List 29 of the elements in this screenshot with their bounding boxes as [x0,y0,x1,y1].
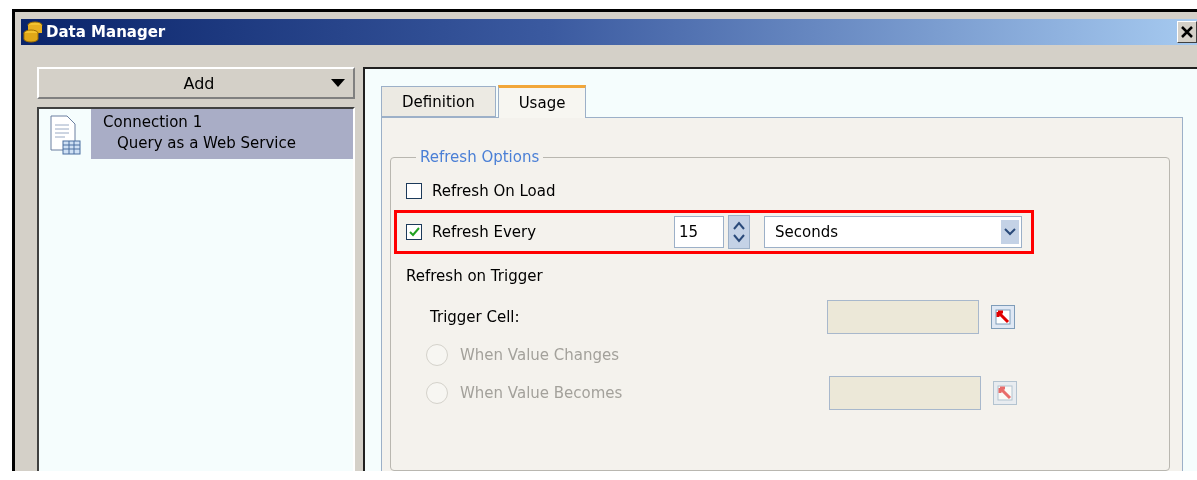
radio-label: When Value Changes [460,346,621,364]
connection-item[interactable]: Connection 1 Query as a Web Service [91,109,353,159]
cell-picker-button[interactable] [993,381,1017,405]
trigger-cell-field[interactable] [827,300,979,334]
spinner-button[interactable] [728,215,750,249]
document-table-icon [49,115,81,155]
close-button[interactable] [1177,21,1197,43]
cell-pointer-icon [995,309,1011,325]
checkbox[interactable] [406,183,422,199]
window-title: Data Manager [46,23,167,41]
unit-dropdown[interactable]: Seconds [764,216,1022,248]
close-icon [1181,26,1193,38]
cell-picker-button[interactable] [991,305,1015,329]
add-button[interactable]: Add [37,67,355,99]
chevron-down-icon [1004,228,1016,236]
checkbox-label: Refresh On Load [432,182,556,200]
checkbox-label: Refresh Every [432,223,538,241]
database-icon [23,21,43,43]
interval-field[interactable]: 15 [674,216,724,248]
tab[interactable]: Definition [381,86,496,117]
group-title: Refresh Options [419,148,541,166]
section-heading: Refresh on Trigger [406,267,543,285]
checkbox[interactable] [406,224,422,240]
caret-icon [331,79,345,87]
tab[interactable]: Usage [497,85,587,118]
field-label: Trigger Cell: [430,308,521,326]
cell-pointer-icon [997,385,1013,401]
radio-label: When Value Becomes [460,384,624,402]
up-down-arrows-icon [733,220,745,244]
